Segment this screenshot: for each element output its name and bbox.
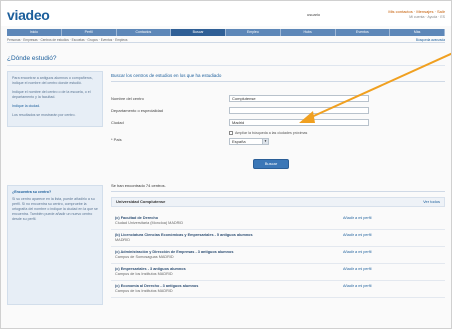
title-divider xyxy=(7,65,445,66)
add-to-profile-link[interactable]: Añadir a mi perfil xyxy=(343,284,372,289)
nav-tab-mas[interactable]: Más xyxy=(390,29,445,36)
city-input[interactable]: Madrid xyxy=(229,119,369,126)
list-item: (c) Administración y Dirección de Empres… xyxy=(111,247,445,264)
top-links: Mis contactos · Mensajes · Salir Mi cuen… xyxy=(325,9,445,21)
add-to-profile-link[interactable]: Añadir a mi perfil xyxy=(343,233,372,238)
school-help-heading: ¿Encuentra su centro? xyxy=(12,190,52,194)
search-heading: Buscar los centros de estudios en los qu… xyxy=(111,71,445,82)
advanced-search-link[interactable]: Búsqueda avanzada xyxy=(416,37,445,42)
nav-tab-inicio[interactable]: Inicio xyxy=(7,29,62,36)
school-help-text: Si su centro aparece en la lista, puede … xyxy=(12,197,98,221)
help-text-1: Para encontrar a antiguos alumnos o comp… xyxy=(12,76,93,85)
school-search-form: Nombre del centro Complutense Departamen… xyxy=(111,83,445,183)
help-text-2: Indique el nombre del centro o de la esc… xyxy=(12,90,91,99)
add-to-profile-link[interactable]: Añadir a mi perfil xyxy=(343,267,372,272)
nav-tab-perfil[interactable]: Perfil xyxy=(62,29,117,36)
list-item: (c) Empresariales - 3 antiguos alumnos C… xyxy=(111,264,445,281)
department-input[interactable] xyxy=(229,107,369,114)
school-name-label: Nombre del centro xyxy=(111,96,144,101)
current-user[interactable]: usuario xyxy=(307,12,320,17)
help-box: Para encontrar a antiguos alumnos o comp… xyxy=(7,71,103,127)
sub-nav: Personas · Empresas · Centros de estudio… xyxy=(7,37,445,43)
browser-page: viadeo usuario Mis contactos · Mensajes … xyxy=(0,0,452,329)
nearby-cities-option[interactable]: Ampliar la búsqueda a las ciudades próxi… xyxy=(229,130,307,136)
help-text-3: Indique la ciudad. xyxy=(12,104,41,108)
country-value: España xyxy=(232,139,246,144)
list-item: (c) Facultad de Derecho Ciudad Universit… xyxy=(111,213,445,230)
nav-tab-hubs[interactable]: Hubs xyxy=(281,29,336,36)
university-header: Universidad Complutense Ver todos xyxy=(111,197,445,207)
nav-tab-eventos[interactable]: Eventos xyxy=(336,29,391,36)
country-select[interactable]: España ▼ xyxy=(229,138,269,145)
page-title: ¿Dónde estudió? xyxy=(7,55,57,62)
country-label: * País xyxy=(111,137,122,142)
school-help-box: ¿Encuentra su centro? Si su centro apare… xyxy=(7,185,103,305)
viadeo-logo[interactable]: viadeo xyxy=(7,7,50,23)
nearby-label: Ampliar la búsqueda a las ciudades próxi… xyxy=(235,131,308,135)
school-location: Campus de Somosaguas MADRID xyxy=(115,255,174,259)
results-list: (c) Facultad de Derecho Ciudad Universit… xyxy=(111,213,445,298)
result-count: Se han encontrado 74 centros. xyxy=(111,183,445,192)
add-to-profile-link[interactable]: Añadir a mi perfil xyxy=(343,250,372,255)
site-header: viadeo usuario Mis contactos · Mensajes … xyxy=(1,1,451,26)
nav-tab-empleo[interactable]: Empleo xyxy=(226,29,281,36)
school-location: Campus de los Institutos MADRID xyxy=(115,289,173,293)
top-links-primary[interactable]: Mis contactos · Mensajes · Salir xyxy=(388,9,445,14)
city-label: Ciudad xyxy=(111,120,124,125)
list-item: (c) Economía al Derecho - 3 antiguos alu… xyxy=(111,281,445,298)
search-button[interactable]: Buscar xyxy=(253,159,289,169)
school-location: MADRID xyxy=(115,238,130,242)
nearby-checkbox[interactable] xyxy=(229,131,233,136)
school-location: Ciudad Universitaria (Moncloa) MADRID xyxy=(115,221,184,225)
chevron-down-icon: ▼ xyxy=(262,139,268,144)
top-links-secondary[interactable]: Mi cuenta · Ayuda · ES xyxy=(409,15,445,19)
university-name: Universidad Complutense xyxy=(116,199,166,204)
nav-tab-contactos[interactable]: Contactos xyxy=(117,29,172,36)
add-to-profile-link[interactable]: Añadir a mi perfil xyxy=(343,216,372,221)
list-item: (b) Licenciatura Ciencias Económicas y E… xyxy=(111,230,445,247)
sub-nav-links[interactable]: Personas · Empresas · Centros de estudio… xyxy=(7,38,127,42)
school-location: Campus de los Institutos MADRID xyxy=(115,272,173,276)
nav-tab-buscar[interactable]: Buscar xyxy=(171,29,226,36)
help-text-4: Los resultados se mostrarán por centro. xyxy=(12,113,76,117)
department-label: Departamento o especialidad xyxy=(111,108,164,113)
school-name-input[interactable]: Complutense xyxy=(229,95,369,102)
see-all-link[interactable]: Ver todos xyxy=(423,198,440,206)
main-nav: Inicio Perfil Contactos Buscar Empleo Hu… xyxy=(7,29,445,36)
sidebar: Para encontrar a antiguos alumnos o comp… xyxy=(7,71,103,328)
main-content: Buscar los centros de estudios en los qu… xyxy=(111,71,445,328)
